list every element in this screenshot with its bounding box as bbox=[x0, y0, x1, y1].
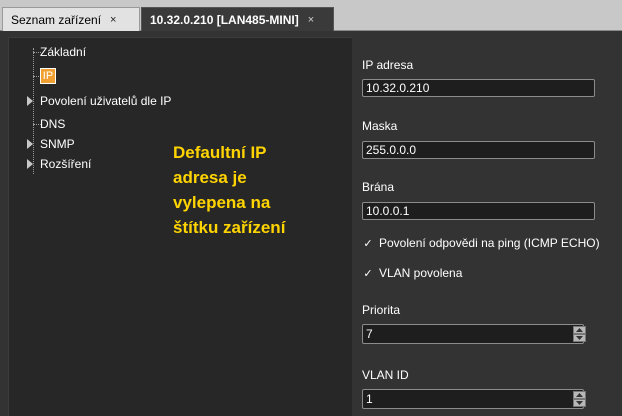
vlan-enabled-checkbox[interactable]: ✓ VLAN povolena bbox=[362, 266, 462, 280]
tree-item-extensions[interactable]: Rozšíření bbox=[9, 156, 109, 172]
priority-stepper[interactable]: 7 bbox=[362, 324, 586, 344]
priority-spin-buttons bbox=[573, 326, 586, 342]
tree-item-label: DNS bbox=[40, 117, 66, 131]
vlan-id-spin-buttons bbox=[573, 391, 586, 407]
tree-item-label: Rozšíření bbox=[40, 157, 92, 171]
tab-device-detail-close-icon[interactable]: × bbox=[308, 14, 314, 26]
tree-item-basic[interactable]: Základní bbox=[9, 44, 109, 60]
mask-input[interactable]: 255.0.0.0 bbox=[362, 141, 595, 159]
tab-bar: Seznam zařízení × 10.32.0.210 [LAN485-MI… bbox=[0, 0, 622, 31]
ping-enabled-checkbox[interactable]: ✓ Povolení odpovědi na ping (ICMP ECHO) bbox=[362, 236, 600, 250]
tree-item-ip[interactable]: IP bbox=[9, 68, 69, 84]
vlan-enabled-label: VLAN povolena bbox=[379, 266, 463, 280]
expand-arrow-icon[interactable] bbox=[27, 139, 33, 149]
vlan-id-label: VLAN ID bbox=[362, 368, 409, 382]
mask-label: Maska bbox=[362, 119, 398, 133]
priority-value: 7 bbox=[366, 327, 373, 341]
tree-item-label: Základní bbox=[40, 45, 87, 59]
decrement-arrow-icon[interactable] bbox=[573, 334, 586, 342]
tab-device-list-close-icon[interactable]: × bbox=[110, 14, 116, 26]
increment-arrow-icon[interactable] bbox=[573, 391, 586, 399]
ping-enabled-label: Povolení odpovědi na ping (ICMP ECHO) bbox=[379, 236, 600, 250]
tab-device-detail[interactable]: 10.32.0.210 [LAN485-MINI] × bbox=[141, 7, 334, 31]
tree-item-dns[interactable]: DNS bbox=[9, 116, 89, 132]
annotation-line: štítku zařízení bbox=[173, 218, 286, 237]
tree-item-label: SNMP bbox=[40, 137, 75, 151]
annotation-line: adresa je bbox=[173, 168, 247, 187]
vlan-id-stepper[interactable]: 1 bbox=[362, 389, 586, 409]
ip-settings-form: IP adresa 10.32.0.210 Maska 255.0.0.0 Br… bbox=[355, 38, 622, 416]
decrement-arrow-icon[interactable] bbox=[573, 399, 586, 407]
priority-label: Priorita bbox=[362, 303, 401, 317]
expand-arrow-icon[interactable] bbox=[27, 96, 33, 106]
gateway-label: Brána bbox=[362, 180, 395, 194]
increment-arrow-icon[interactable] bbox=[573, 326, 586, 334]
vlan-id-value: 1 bbox=[366, 392, 373, 406]
tab-device-list-label: Seznam zařízení bbox=[11, 12, 102, 27]
tree-item-ip-selected: IP bbox=[40, 68, 56, 84]
ip-address-input[interactable]: 10.32.0.210 bbox=[362, 79, 595, 97]
tab-device-detail-label: 10.32.0.210 [LAN485-MINI] bbox=[150, 12, 299, 27]
checkmark-icon[interactable]: ✓ bbox=[362, 237, 374, 250]
annotation-text: Defaultní IP adresa je vylepena na štítk… bbox=[173, 140, 348, 240]
expand-arrow-icon[interactable] bbox=[27, 159, 33, 169]
tree-item-label: Povolení uživatelů dle IP bbox=[40, 94, 172, 108]
checkmark-icon[interactable]: ✓ bbox=[362, 267, 374, 280]
annotation-line: vylepena na bbox=[173, 193, 271, 212]
tab-device-list[interactable]: Seznam zařízení × bbox=[2, 7, 140, 31]
annotation-line: Defaultní IP bbox=[173, 143, 267, 162]
ip-address-label: IP adresa bbox=[362, 58, 414, 72]
tree-item-ip-user-permissions[interactable]: Povolení uživatelů dle IP bbox=[9, 93, 209, 109]
tree-item-snmp[interactable]: SNMP bbox=[9, 136, 89, 152]
gateway-input[interactable]: 10.0.0.1 bbox=[362, 202, 595, 220]
